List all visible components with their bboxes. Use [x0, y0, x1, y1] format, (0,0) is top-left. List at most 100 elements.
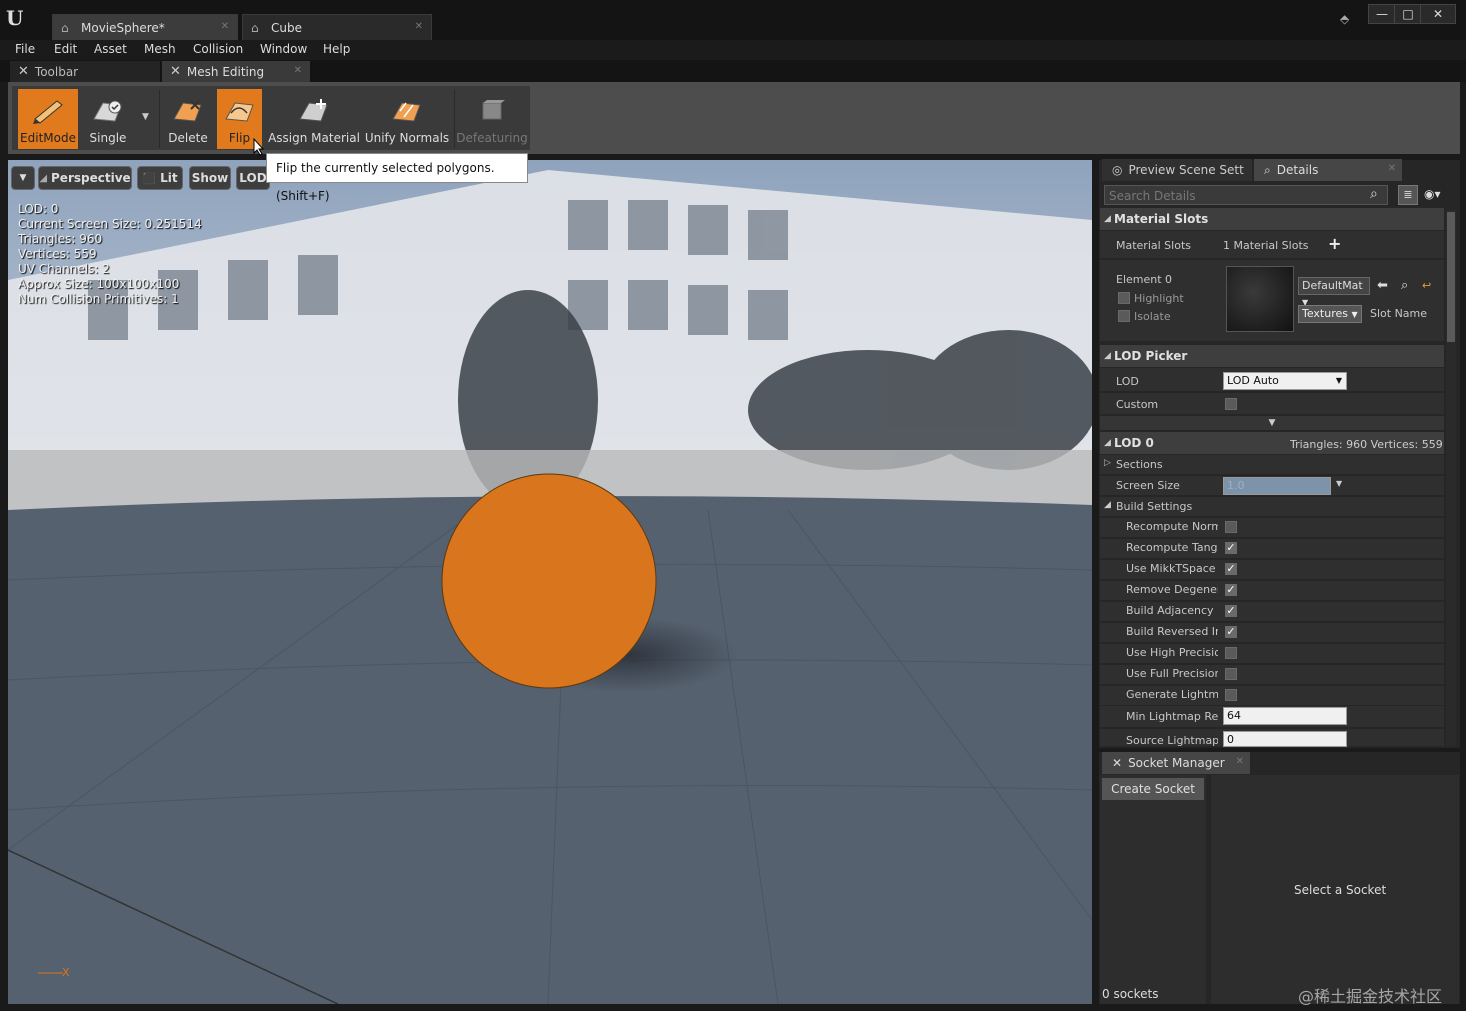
- build-setting-checkbox[interactable]: ✓: [1225, 605, 1237, 617]
- textures-value: Textures: [1302, 307, 1348, 320]
- material-thumbnail[interactable]: [1226, 266, 1294, 332]
- create-socket-button[interactable]: Create Socket: [1102, 778, 1204, 800]
- defeaturing-label: Defeaturing: [456, 131, 528, 145]
- menu-collision[interactable]: Collision: [193, 42, 243, 56]
- perspective-icon: ◢: [39, 172, 48, 184]
- details-scrollbar-thumb[interactable]: [1447, 212, 1455, 342]
- search-icon[interactable]: ⌕: [1370, 186, 1378, 202]
- document-tab-moviesphere[interactable]: ⌂ MovieSphere* ✕: [52, 14, 238, 40]
- material-slots-label: Material Slots: [1116, 239, 1191, 252]
- textures-dropdown[interactable]: Textures ▼: [1298, 305, 1362, 323]
- menu-asset[interactable]: Asset: [94, 42, 127, 56]
- perspective-button[interactable]: ◢ Perspective: [38, 166, 132, 190]
- reset-to-default-icon[interactable]: ↩: [1422, 279, 1431, 292]
- tab-preview-scene-settings[interactable]: ◎ Preview Scene Sett: [1102, 159, 1252, 181]
- mouse-cursor-icon: [253, 137, 265, 156]
- preview-sphere: [441, 473, 657, 689]
- chevron-down-icon[interactable]: ▼: [1336, 479, 1342, 488]
- material-slots-header[interactable]: ◢ Material Slots: [1100, 208, 1444, 230]
- wrench-icon: ✕: [170, 64, 181, 79]
- details-scrollbar[interactable]: [1446, 210, 1456, 746]
- close-tab-icon[interactable]: ✕: [1236, 756, 1244, 767]
- tab-label: Mesh Editing: [186, 64, 265, 79]
- close-tab-icon[interactable]: ✕: [221, 21, 229, 32]
- collapse-arrow-icon[interactable]: ◢: [1104, 500, 1111, 510]
- build-setting-label: Build Reversed Inc: [1126, 625, 1218, 638]
- lod-picker-header[interactable]: ◢ LOD Picker: [1100, 345, 1444, 367]
- lod-dropdown[interactable]: LOD Auto ▼: [1223, 372, 1347, 390]
- build-setting-checkbox[interactable]: [1225, 668, 1237, 680]
- build-setting-checkbox[interactable]: [1225, 521, 1237, 533]
- delete-label: Delete: [168, 131, 208, 145]
- lit-button[interactable]: ⬛ Lit: [137, 166, 183, 190]
- min-lightmap-input[interactable]: 64: [1223, 707, 1347, 725]
- custom-checkbox[interactable]: [1225, 398, 1237, 410]
- highlight-checkbox[interactable]: [1118, 292, 1130, 304]
- material-dropdown[interactable]: DefaultMat ▼: [1298, 277, 1370, 307]
- list-view-icon[interactable]: ≣: [1398, 185, 1418, 205]
- lod0-summary: Triangles: 960 Vertices: 559: [1290, 438, 1443, 451]
- details-search-input[interactable]: Search Details: [1104, 185, 1388, 205]
- build-setting-checkbox[interactable]: [1225, 689, 1237, 701]
- unify-normals-button[interactable]: Unify Normals: [364, 89, 450, 149]
- use-selected-arrow-icon[interactable]: ⬅: [1377, 278, 1388, 293]
- build-setting-checkbox[interactable]: ✓: [1225, 542, 1237, 554]
- document-tab-cube[interactable]: ⌂ Cube ✕: [242, 14, 432, 40]
- tab-label: Toolbar: [34, 64, 79, 79]
- close-tab-icon[interactable]: ✕: [294, 65, 302, 76]
- menu-window[interactable]: Window: [260, 42, 307, 56]
- menu-file[interactable]: File: [15, 42, 35, 56]
- build-setting-label: Recompute Tange: [1126, 541, 1218, 554]
- build-setting-checkbox[interactable]: [1225, 647, 1237, 659]
- single-button[interactable]: Single: [80, 89, 136, 149]
- build-setting-label: Remove Degenera: [1126, 583, 1218, 596]
- category-label: LOD Picker: [1114, 349, 1188, 363]
- unreal-logo-icon[interactable]: U: [6, 6, 30, 30]
- show-button[interactable]: Show: [189, 166, 231, 190]
- eye-icon[interactable]: ◉▾: [1424, 187, 1441, 201]
- tab-toolbar[interactable]: ✕ Toolbar: [10, 61, 160, 82]
- wrench-icon: ✕: [18, 64, 29, 79]
- source-lightmap-label: Source Lightmap I: [1126, 734, 1218, 747]
- chevron-down-icon[interactable]: ▼: [142, 112, 149, 122]
- menu-help[interactable]: Help: [323, 42, 350, 56]
- pencil-icon: [33, 100, 63, 124]
- close-tab-icon[interactable]: ✕: [415, 21, 423, 32]
- category-label: Material Slots: [1114, 212, 1209, 226]
- menu-mesh[interactable]: Mesh: [144, 42, 176, 56]
- minimize-button[interactable]: —: [1368, 4, 1396, 24]
- build-setting-checkbox[interactable]: ✓: [1225, 563, 1237, 575]
- tab-socket-manager[interactable]: ✕ Socket Manager ✕: [1102, 752, 1250, 774]
- menu-edit[interactable]: Edit: [54, 42, 77, 56]
- screen-size-input[interactable]: 1.0: [1223, 477, 1331, 495]
- socket-count: 0 sockets: [1102, 987, 1159, 1001]
- build-settings-label: Build Settings: [1116, 500, 1193, 513]
- close-tab-icon[interactable]: ✕: [1388, 163, 1396, 174]
- build-setting-checkbox[interactable]: ✓: [1225, 626, 1237, 638]
- screen-size-label: Screen Size: [1116, 479, 1180, 492]
- close-window-button[interactable]: ✕: [1420, 4, 1456, 24]
- tab-mesh-editing[interactable]: ✕ Mesh Editing ✕: [162, 61, 310, 82]
- viewport-options-button[interactable]: ▼: [11, 166, 35, 190]
- defeaturing-button[interactable]: Defeaturing: [456, 89, 528, 149]
- isolate-checkbox[interactable]: [1118, 310, 1130, 322]
- browse-search-icon[interactable]: ⌕: [1401, 278, 1408, 293]
- expand-arrow-icon[interactable]: ▷: [1104, 458, 1111, 468]
- editmode-button[interactable]: EditMode: [18, 89, 78, 149]
- tab-details[interactable]: ⌕ Details ✕: [1254, 159, 1402, 181]
- build-setting-label: Recompute Norma: [1126, 520, 1218, 533]
- delete-button[interactable]: Delete: [162, 89, 214, 149]
- add-material-slot-icon[interactable]: +: [1328, 234, 1341, 253]
- notification-icon[interactable]: ⬘: [1340, 12, 1356, 26]
- lod-button[interactable]: LOD: [236, 166, 270, 190]
- build-setting-checkbox[interactable]: ✓: [1225, 584, 1237, 596]
- source-lightmap-input[interactable]: 0: [1223, 731, 1347, 747]
- maximize-button[interactable]: □: [1394, 4, 1422, 24]
- document-tab-label: Cube: [271, 20, 302, 35]
- advanced-expand-icon[interactable]: ▼: [1100, 416, 1444, 430]
- chevron-down-icon: ▼: [1351, 310, 1358, 319]
- custom-label: Custom: [1116, 398, 1159, 411]
- assign-material-button[interactable]: Assign Material: [266, 89, 362, 149]
- wrench-icon: ✕: [1112, 756, 1123, 770]
- lit-label: Lit: [160, 171, 178, 185]
